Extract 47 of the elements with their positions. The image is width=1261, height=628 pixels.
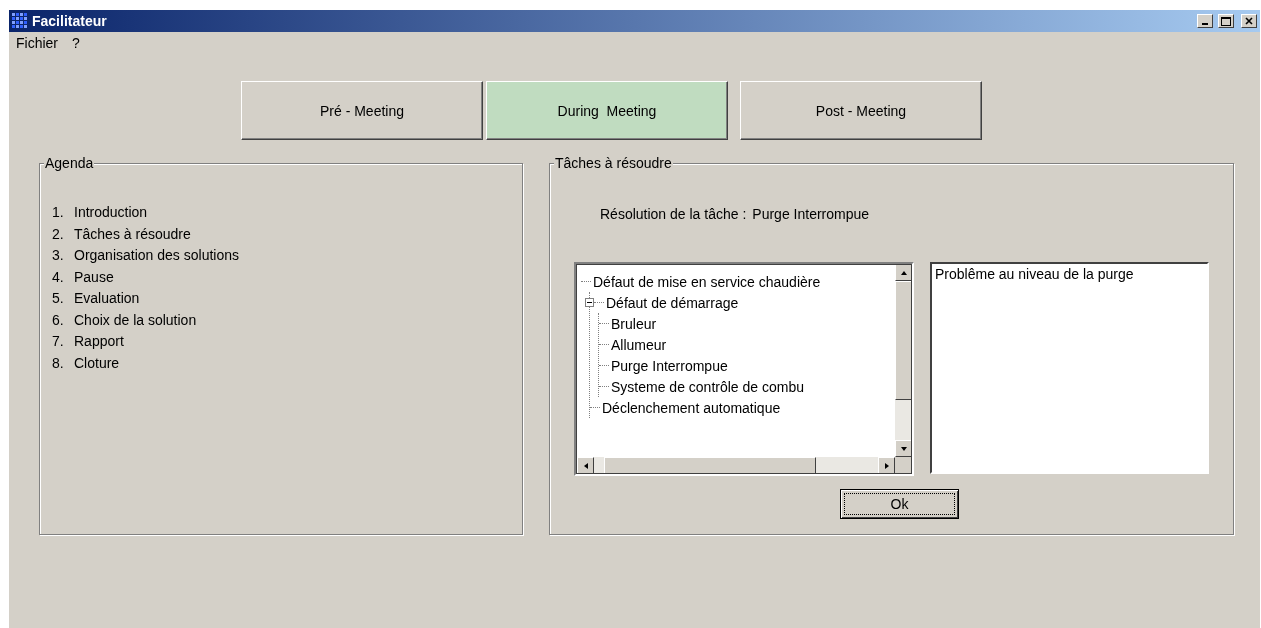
agenda-item: Cloture bbox=[74, 354, 120, 371]
item-number: 8. bbox=[52, 354, 65, 371]
item-number: 6. bbox=[52, 311, 65, 328]
tree-item[interactable]: Bruleur bbox=[609, 315, 659, 332]
tree-item[interactable]: Défaut de démarrage bbox=[604, 294, 741, 311]
tree-item[interactable]: Purge Interrompue bbox=[609, 357, 730, 374]
close-icon bbox=[1245, 17, 1253, 25]
item-number: 2. bbox=[52, 225, 65, 242]
agenda-item: Tâches à résoudre bbox=[74, 225, 191, 242]
group-title: Agenda bbox=[44, 155, 95, 171]
agenda-item: Rapport bbox=[74, 333, 124, 349]
ok-button[interactable]: Ok bbox=[840, 489, 959, 519]
tree-item[interactable]: Déclenchement automatique bbox=[600, 399, 783, 416]
tree-item[interactable]: Allumeur bbox=[609, 336, 669, 353]
task-tree[interactable]: Défaut de mise en service chaudière Défaut de démarrage Bruleur Allumeur Purge Interrompue Systeme de contrôle de combu Déclenchement automatique bbox=[574, 262, 914, 476]
item-number: 1. bbox=[52, 204, 65, 220]
item-number: 3. bbox=[52, 247, 65, 263]
group-title: Tâches à résoudre bbox=[554, 155, 673, 171]
description-field[interactable]: Problême au niveau de la purge bbox=[930, 262, 1209, 474]
tree-item[interactable]: Défaut de mise en service chaudière bbox=[591, 273, 823, 290]
vertical-scrollbar[interactable] bbox=[895, 264, 912, 457]
triangle-down-icon bbox=[899, 444, 908, 453]
maximize-icon bbox=[1221, 16, 1231, 26]
phase-tab[interactable]: Pré - Meeting bbox=[241, 81, 483, 140]
phase-tab[interactable]: During Meeting bbox=[486, 81, 728, 140]
agenda-item: Introduction bbox=[74, 204, 148, 220]
close-button[interactable] bbox=[1241, 14, 1257, 28]
tree-item[interactable]: Systeme de contrôle de combu bbox=[609, 378, 806, 395]
item-number: 7. bbox=[52, 333, 65, 349]
phase-tab[interactable]: Post - Meeting bbox=[740, 81, 982, 140]
maximize-button[interactable] bbox=[1218, 14, 1234, 28]
resolution-label: Résolution de la tâche : bbox=[600, 206, 747, 222]
resolution-value: Purge Interrompue bbox=[752, 206, 870, 222]
horizontal-scrollbar[interactable] bbox=[577, 457, 895, 474]
item-number: 4. bbox=[52, 268, 65, 285]
agenda-item: Organisation des solutions bbox=[74, 247, 239, 263]
menu-item[interactable]: Fichier bbox=[16, 35, 58, 51]
agenda-item: Pause bbox=[74, 268, 114, 285]
grid-icon bbox=[12, 13, 28, 29]
window-title: Facilitateur bbox=[32, 13, 108, 29]
item-number: 5. bbox=[52, 290, 65, 306]
triangle-right-icon bbox=[882, 461, 891, 470]
agenda-item: Choix de la solution bbox=[74, 311, 197, 328]
collapse-icon[interactable] bbox=[585, 298, 594, 307]
agenda-item: Evaluation bbox=[74, 290, 140, 306]
minimize-button[interactable] bbox=[1197, 14, 1213, 28]
menu-item[interactable]: ? bbox=[72, 35, 80, 51]
